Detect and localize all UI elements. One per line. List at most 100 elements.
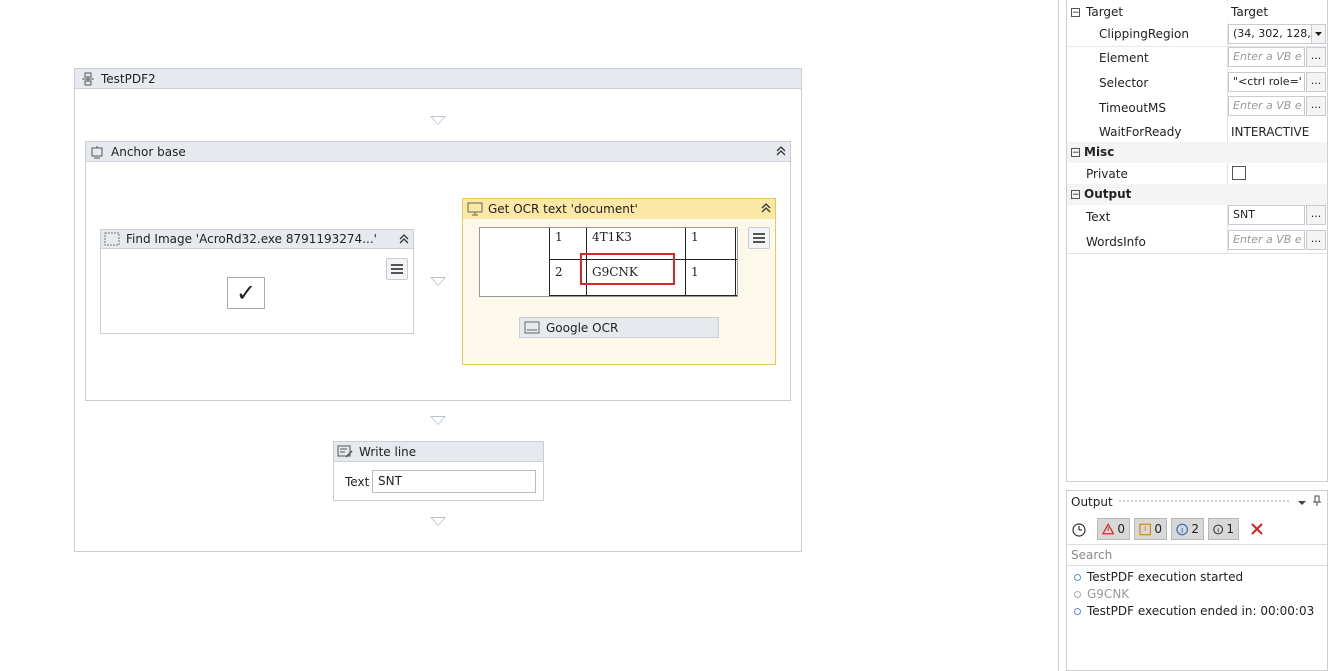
prop-text-ellipsis-button[interactable]: ... (1306, 205, 1326, 225)
error-icon (1102, 523, 1115, 535)
info-count: 2 (1191, 522, 1199, 536)
info-dot-icon (1074, 573, 1081, 581)
ocr-row-1-num: 1 (555, 230, 563, 244)
prop-selector-name: Selector (1099, 76, 1149, 90)
prop-selector-input[interactable]: "<ctrl role=' (1228, 72, 1305, 92)
drop-arrow-2[interactable] (430, 277, 446, 286)
prop-element-ellipsis-button[interactable]: ... (1306, 47, 1326, 67)
prop-timeout-name: TimeoutMS (1099, 101, 1166, 115)
category-target-toggle-icon[interactable]: − (1071, 8, 1080, 18)
trace-icon (1213, 524, 1224, 534)
ocr-icon (467, 202, 483, 216)
clock-filter-icon[interactable] (1071, 522, 1087, 538)
log-entry[interactable]: TestPDF execution started (1074, 570, 1243, 584)
output-panel-menu-icon[interactable] (1297, 497, 1307, 507)
find-image-icon (104, 232, 120, 246)
find-image-preview[interactable]: ✓ (227, 277, 265, 309)
find-image-header[interactable]: Find Image 'AcroRd32.exe 8791193274...' (101, 230, 413, 249)
anchor-base-title: Anchor base (111, 144, 186, 159)
write-line-text-value: SNT (378, 474, 402, 488)
log-entry-text: TestPDF execution ended in: 00:00:03 (1087, 604, 1315, 618)
ocr-header[interactable]: Get OCR text 'document' (463, 199, 775, 219)
prop-element-input[interactable]: Enter a VB e (1228, 47, 1305, 67)
drop-arrow-4[interactable] (430, 517, 446, 526)
trace-filter-button[interactable]: 1 (1208, 518, 1239, 540)
prop-wordsinfo-ellipsis-button[interactable]: ... (1306, 230, 1326, 250)
info-dot-icon (1074, 607, 1081, 615)
sequence-title: TestPDF2 (101, 71, 156, 86)
right-panel-divider (1058, 0, 1059, 671)
output-panel-title: Output (1071, 495, 1113, 509)
prop-clipping-region-value[interactable]: (34, 302, 128, 3 (1228, 24, 1312, 44)
ocr-row-2-value: 1 (691, 265, 699, 279)
anchor-base-header[interactable]: Anchor base (86, 142, 790, 162)
checkmark-icon: ✓ (235, 279, 257, 307)
write-line-icon (337, 445, 353, 459)
sequence-icon (81, 72, 95, 86)
prop-timeout-ellipsis-button[interactable]: ... (1306, 96, 1326, 116)
prop-wordsinfo-input[interactable]: Enter a VB e (1228, 230, 1305, 250)
prop-timeout-input[interactable]: Enter a VB e (1228, 96, 1305, 116)
prop-text-name: Text (1086, 210, 1111, 224)
category-output-label: Output (1084, 187, 1132, 201)
find-image-title: Find Image 'AcroRd32.exe 8791193274...' (126, 232, 377, 246)
anchor-base-icon (90, 145, 104, 159)
sequence-header[interactable]: TestPDF2 (75, 69, 801, 89)
info-filter-button[interactable]: 2 (1171, 518, 1204, 540)
prop-waitforready-name: WaitForReady (1099, 125, 1182, 139)
prop-wordsinfo-name: WordsInfo (1086, 235, 1146, 249)
output-panel-grip[interactable] (1118, 499, 1290, 504)
errors-filter-button[interactable]: 0 (1097, 518, 1130, 540)
category-output-toggle-icon[interactable]: − (1071, 190, 1080, 200)
category-misc-toggle-icon[interactable]: − (1071, 148, 1080, 158)
log-entry-text: G9CNK (1087, 587, 1130, 601)
prop-element-name: Element (1099, 51, 1149, 65)
warnings-filter-button[interactable]: 0 (1134, 518, 1167, 540)
ocr-row-1-code: 4T1K3 (592, 230, 632, 244)
ocr-collapse-icon[interactable] (759, 202, 773, 216)
write-line-header[interactable]: Write line (334, 442, 543, 462)
prop-private-checkbox[interactable] (1232, 166, 1246, 180)
prop-text-input[interactable]: SNT (1228, 205, 1305, 225)
log-entry-text: TestPDF execution started (1087, 570, 1244, 584)
ocr-menu-icon[interactable] (748, 227, 770, 249)
category-misc-label: Misc (1084, 145, 1115, 159)
ocr-row-1-value: 1 (691, 230, 699, 244)
info-icon (1176, 523, 1189, 535)
write-line-text-input[interactable]: SNT (372, 470, 536, 493)
anchor-base-collapse-icon[interactable] (774, 145, 788, 159)
write-line-text-label: Text (345, 475, 370, 489)
find-image-menu-icon[interactable] (386, 258, 408, 280)
warnings-count: 0 (1154, 522, 1162, 536)
ocr-row-2-num: 2 (555, 265, 563, 279)
info-dot-icon (1074, 590, 1081, 598)
ocr-engine-label: Google OCR (546, 320, 619, 335)
ocr-target-highlight (580, 253, 675, 285)
warning-icon (1139, 523, 1152, 535)
write-line-title: Write line (359, 444, 417, 459)
prop-waitforready-value[interactable]: INTERACTIVE (1231, 125, 1309, 139)
output-panel-pin-icon[interactable] (1312, 495, 1322, 507)
find-image-collapse-icon[interactable] (397, 233, 411, 247)
prop-private-name: Private (1086, 167, 1128, 181)
clear-output-icon[interactable] (1250, 522, 1264, 536)
prop-clipping-region-text: (34, 302, 128, 3 (1233, 27, 1311, 40)
ocr-engine-icon (524, 321, 540, 335)
prop-selector-ellipsis-button[interactable]: ... (1306, 72, 1326, 92)
prop-clipping-region-name: ClippingRegion (1099, 27, 1189, 41)
errors-count: 0 (1117, 522, 1125, 536)
log-entry[interactable]: G9CNK (1074, 587, 1129, 601)
category-target-label: Target (1086, 5, 1124, 19)
properties-bottom-line (1067, 253, 1327, 254)
trace-count: 1 (1226, 522, 1234, 536)
ocr-title: Get OCR text 'document' (488, 202, 638, 216)
ocr-engine[interactable]: Google OCR (519, 317, 719, 338)
output-search-placeholder: Search (1071, 548, 1113, 562)
log-entry[interactable]: TestPDF execution ended in: 00:00:03 (1074, 604, 1314, 618)
ocr-preview[interactable]: 1 4T1K3 1 2 G9CNK 1 (479, 227, 738, 297)
output-search-input[interactable]: Search (1067, 544, 1327, 566)
drop-arrow-1[interactable] (430, 116, 446, 125)
target-value: Target (1231, 5, 1269, 19)
prop-clipping-region-dropdown-icon[interactable] (1311, 24, 1326, 44)
drop-arrow-3[interactable] (430, 416, 446, 425)
